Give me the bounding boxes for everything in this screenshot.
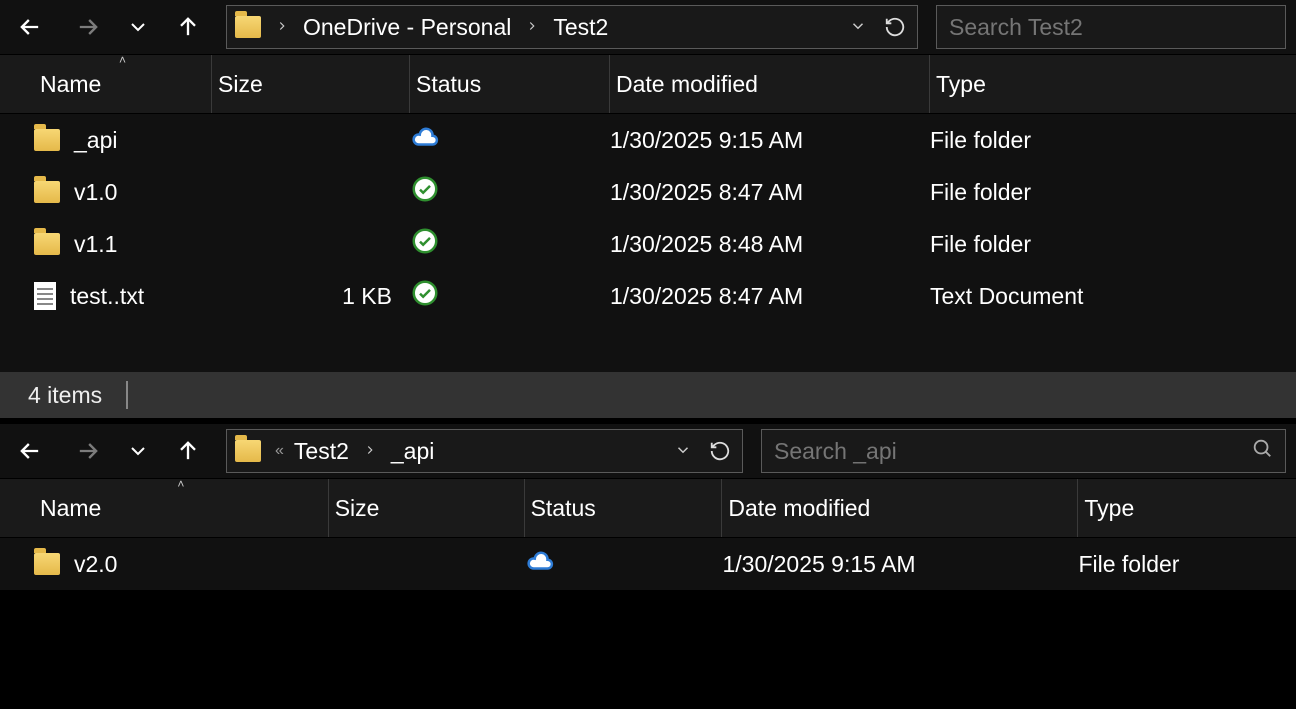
file-list: v2.0 1/30/2025 9:15 AM File folder <box>0 538 1296 590</box>
column-header-type[interactable]: Type <box>930 55 1270 113</box>
refresh-button[interactable] <box>706 440 734 462</box>
item-type: File folder <box>930 127 1031 154</box>
status-divider <box>126 381 128 409</box>
item-name: test..txt <box>70 283 144 310</box>
folder-icon <box>235 440 261 462</box>
search-input[interactable] <box>774 438 1243 465</box>
chevron-down-icon[interactable] <box>674 438 692 465</box>
breadcrumb-segment[interactable]: _api <box>391 438 434 465</box>
item-date: 1/30/2025 8:48 AM <box>610 231 803 258</box>
refresh-button[interactable] <box>881 16 909 38</box>
column-header-size[interactable]: Size <box>329 479 525 537</box>
status-text: 4 items <box>28 382 102 409</box>
address-bar[interactable]: OneDrive - Personal Test2 <box>226 5 918 49</box>
check-icon <box>410 278 440 314</box>
folder-icon <box>34 233 60 255</box>
search-icon <box>1251 437 1273 465</box>
column-label: Type <box>936 71 986 98</box>
list-item[interactable]: _api 1/30/2025 9:15 AM File folder <box>0 114 1296 166</box>
item-type: File folder <box>1078 551 1179 578</box>
chevron-down-icon[interactable] <box>849 14 867 41</box>
recent-dropdown[interactable] <box>126 7 150 47</box>
column-label: Name <box>40 495 101 522</box>
up-button[interactable] <box>168 7 208 47</box>
item-date: 1/30/2025 8:47 AM <box>610 283 803 310</box>
column-header-size[interactable]: Size <box>212 55 410 113</box>
column-label: Status <box>416 71 481 98</box>
file-list: _api 1/30/2025 9:15 AM File folder v1.0 … <box>0 114 1296 322</box>
toolbar: OneDrive - Personal Test2 <box>0 0 1296 54</box>
sort-indicator-icon: ˄ <box>119 53 126 67</box>
folder-icon <box>34 553 60 575</box>
item-name: v1.1 <box>74 231 117 258</box>
check-icon <box>410 174 440 210</box>
column-header-name[interactable]: ˄ Name <box>34 55 212 113</box>
search-box[interactable] <box>936 5 1286 49</box>
cloud-icon <box>525 546 555 582</box>
item-date: 1/30/2025 8:47 AM <box>610 179 803 206</box>
folder-icon <box>235 16 261 38</box>
column-header-date[interactable]: Date modified <box>610 55 930 113</box>
column-label: Size <box>335 495 380 522</box>
back-button[interactable] <box>10 7 50 47</box>
sort-indicator-icon: ˄ <box>177 477 184 491</box>
item-name: v1.0 <box>74 179 117 206</box>
column-header-status[interactable]: Status <box>410 55 610 113</box>
back-button[interactable] <box>10 431 50 471</box>
up-button[interactable] <box>168 431 208 471</box>
column-header-date[interactable]: Date modified <box>722 479 1078 537</box>
column-headers: ˄ Name Size Status Date modified Type <box>0 478 1296 538</box>
list-item[interactable]: v2.0 1/30/2025 9:15 AM File folder <box>0 538 1296 590</box>
folder-icon <box>34 181 60 203</box>
toolbar: « Test2 _api <box>0 424 1296 478</box>
search-input[interactable] <box>949 14 1273 41</box>
recent-dropdown[interactable] <box>126 431 150 471</box>
list-item[interactable]: test..txt 1 KB 1/30/2025 8:47 AM Text Do… <box>0 270 1296 322</box>
column-header-status[interactable]: Status <box>525 479 723 537</box>
column-label: Status <box>531 495 596 522</box>
column-label: Date modified <box>728 495 870 522</box>
chevron-right-icon <box>275 16 289 39</box>
column-header-name[interactable]: ˄ Name <box>34 479 329 537</box>
item-date: 1/30/2025 9:15 AM <box>722 551 915 578</box>
item-name: v2.0 <box>74 551 117 578</box>
item-name: _api <box>74 127 117 154</box>
address-bar[interactable]: « Test2 _api <box>226 429 743 473</box>
item-type: Text Document <box>930 283 1083 310</box>
item-type: File folder <box>930 231 1031 258</box>
column-label: Date modified <box>616 71 758 98</box>
breadcrumb-segment[interactable]: Test2 <box>553 14 608 41</box>
column-headers: ˄ Name Size Status Date modified Type <box>0 54 1296 114</box>
item-size: 1 KB <box>342 283 392 310</box>
folder-icon <box>34 129 60 151</box>
breadcrumb-segment[interactable]: Test2 <box>294 438 349 465</box>
item-date: 1/30/2025 9:15 AM <box>610 127 803 154</box>
breadcrumb-segment[interactable]: OneDrive - Personal <box>303 14 511 41</box>
check-icon <box>410 226 440 262</box>
explorer-pane-top: OneDrive - Personal Test2 ˄ Name Size St… <box>0 0 1296 418</box>
column-label: Size <box>218 71 263 98</box>
search-box[interactable] <box>761 429 1286 473</box>
list-item[interactable]: v1.0 1/30/2025 8:47 AM File folder <box>0 166 1296 218</box>
cloud-icon <box>410 122 440 158</box>
overflow-chevron-icon[interactable]: « <box>275 442 280 460</box>
explorer-pane-bottom: « Test2 _api ˄ Name Size Stat <box>0 424 1296 590</box>
item-type: File folder <box>930 179 1031 206</box>
forward-button[interactable] <box>68 431 108 471</box>
list-item[interactable]: v1.1 1/30/2025 8:48 AM File folder <box>0 218 1296 270</box>
status-bar: 4 items <box>0 372 1296 418</box>
text-file-icon <box>34 282 56 310</box>
column-header-type[interactable]: Type <box>1078 479 1296 537</box>
column-label: Name <box>40 71 101 98</box>
column-label: Type <box>1084 495 1134 522</box>
chevron-right-icon <box>363 440 377 463</box>
chevron-right-icon <box>525 16 539 39</box>
forward-button[interactable] <box>68 7 108 47</box>
